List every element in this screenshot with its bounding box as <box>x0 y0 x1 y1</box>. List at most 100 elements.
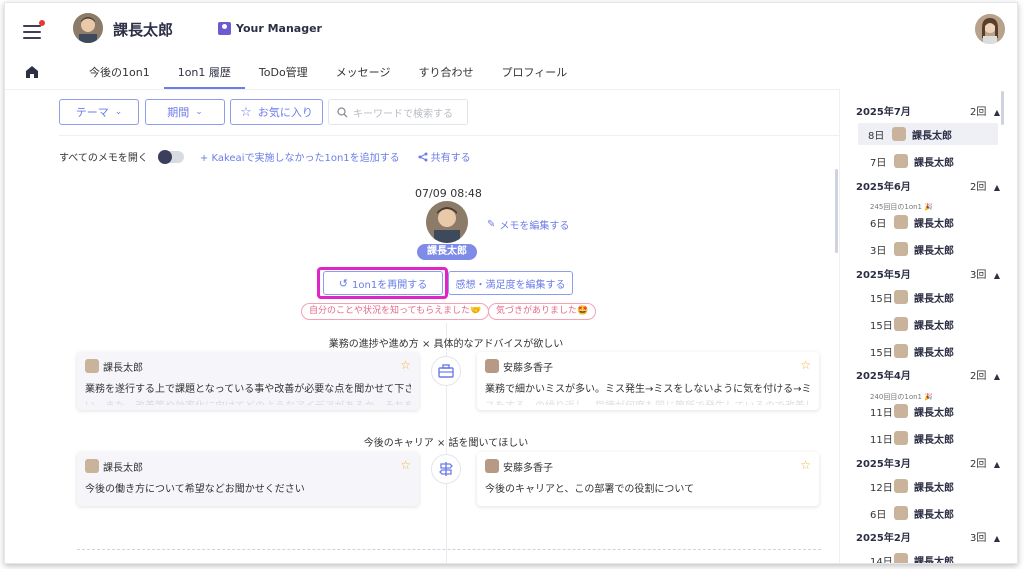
avatar <box>85 459 99 473</box>
entry-name: 課長太郎 <box>914 245 954 257</box>
month-label: 2025年4月 <box>856 371 911 382</box>
avatar <box>485 359 499 373</box>
caret-up-icon: ▲ <box>993 271 1000 280</box>
month-header[interactable]: 2025年6月 2回 ▲ <box>856 178 1000 193</box>
month-count: 2回 <box>969 182 987 193</box>
card-author: 安藤多香子 <box>503 462 553 474</box>
tab-alignment[interactable]: すり合わせ <box>404 65 487 89</box>
topic-title: 業務の進捗や進め方 × 具体的なアドバイスが欲しい <box>328 339 564 350</box>
share-link[interactable]: 共有する <box>418 149 471 164</box>
topic-card-manager[interactable]: 課長太郎 ☆ 業務を遂行する上で課題となっている事や改善が必要な点を聞かせて下さ… <box>77 352 419 410</box>
open-all-toggle[interactable] <box>157 149 184 164</box>
edit-feedback-button[interactable]: 感想・満足度を編集する <box>448 271 573 295</box>
month-count: 3回 <box>969 533 987 544</box>
entry-day: 7日 <box>870 157 887 169</box>
feedback-tag: 気づきがありました🤩 <box>488 303 597 320</box>
month-header[interactable]: 2025年5月 3回 ▲ <box>856 266 1000 281</box>
briefcase-icon <box>431 356 461 386</box>
history-entry[interactable]: 6日 課長太郎 <box>860 502 998 524</box>
history-entry[interactable]: 14日 課長太郎 <box>860 549 998 564</box>
account-avatar[interactable] <box>975 14 1005 44</box>
sidebar-scrollbar[interactable] <box>1001 91 1004 125</box>
history-entry[interactable]: 15日 課長太郎 <box>860 286 998 308</box>
entry-day: 14日 <box>870 556 893 564</box>
tab-todo[interactable]: ToDo管理 <box>245 65 322 89</box>
manager-badge[interactable]: Your Manager <box>218 22 322 35</box>
avatar <box>894 317 908 331</box>
avatar <box>894 215 908 229</box>
menu-icon[interactable] <box>23 20 45 39</box>
history-entry[interactable]: 3日 課長太郎 <box>860 238 998 260</box>
month-label: 2025年5月 <box>856 270 911 281</box>
history-sidebar: 2025年7月 2回 ▲ 8日 課長太郎 7日 課長太郎 2025年6月 2回 ▲ 24… <box>839 89 1017 564</box>
resume-1on1-button[interactable]: ↺ 1on1を再開する <box>323 271 443 295</box>
history-entry[interactable]: 8日 課長太郎 <box>858 123 998 145</box>
star-outline-icon[interactable]: ☆ <box>400 458 411 472</box>
entry-name: 課長太郎 <box>912 130 952 142</box>
chevron-down-icon: ⌄ <box>195 107 203 117</box>
month-header[interactable]: 2025年4月 2回 ▲ <box>856 367 1000 382</box>
period-filter-label: 期間 <box>167 106 190 119</box>
period-filter[interactable]: 期間 ⌄ <box>145 99 225 125</box>
pencil-icon: ✎ <box>487 219 496 230</box>
topic-card-member[interactable]: 安藤多香子 ☆ 業務で細かいミスが多い。ミス発生→ミスをしないように気を付ける→… <box>477 352 819 410</box>
entry-name: 課長太郎 <box>914 218 954 230</box>
history-entry[interactable]: 11日 課長太郎 <box>860 400 998 422</box>
card-author: 課長太郎 <box>103 462 143 474</box>
history-entry[interactable]: 11日 課長太郎 <box>860 427 998 449</box>
filter-divider <box>59 135 839 136</box>
topic-card-manager[interactable]: 課長太郎 ☆ 今後の働き方について希望などお聞かせください <box>77 452 419 506</box>
tab-upcoming[interactable]: 今後の1on1 <box>75 65 164 89</box>
memo-bar: すべてのメモを開く + Kakeaiで実施しなかった1on1を追加する 共有する <box>59 149 471 164</box>
month-count: 2回 <box>969 107 987 118</box>
history-entry[interactable]: 12日 課長太郎 <box>860 475 998 497</box>
tab-profile[interactable]: プロフィール <box>487 65 581 89</box>
tab-history[interactable]: 1on1 履歴 <box>163 65 245 89</box>
star-outline-icon[interactable]: ☆ <box>800 358 811 372</box>
entry-name: 課長太郎 <box>914 407 954 419</box>
main-scrollbar[interactable] <box>835 169 838 253</box>
avatar <box>894 404 908 418</box>
entry-name: 課長太郎 <box>914 347 954 359</box>
share-label: 共有する <box>430 153 471 164</box>
card-text: 業務を遂行する上で課題となっている事や改善が必要な点を聞かせて下さ <box>85 384 411 395</box>
star-outline-icon[interactable]: ☆ <box>800 458 811 472</box>
caret-up-icon: ▲ <box>993 460 1000 469</box>
main-tabs: 今後の1on1 1on1 履歴 ToDo管理 メッセージ すり合わせ プロフィー… <box>75 65 581 89</box>
avatar <box>894 344 908 358</box>
theme-filter[interactable]: テーマ ⌄ <box>59 99 139 125</box>
session-avatar <box>426 201 468 243</box>
favorite-filter[interactable]: ☆ お気に入り <box>230 99 323 125</box>
card-text: 今後のキャリアと、この部署での役割について <box>485 484 695 495</box>
entry-day: 12日 <box>870 482 893 494</box>
month-header[interactable]: 2025年3月 2回 ▲ <box>856 455 1000 470</box>
avatar <box>892 127 906 141</box>
session-name-pill: 課長太郎 <box>417 244 477 260</box>
avatar <box>894 506 908 520</box>
card-text-truncated: い。また、改善策や効率化に向けてどのようなアイデアがあるか、それを実行する <box>85 397 411 405</box>
topic-card-member[interactable]: 安藤多香子 ☆ 今後のキャリアと、この部署での役割について <box>477 452 819 506</box>
month-header[interactable]: 2025年7月 2回 ▲ <box>856 103 1000 118</box>
card-author: 課長太郎 <box>103 362 143 374</box>
history-entry[interactable]: 6日 課長太郎 <box>860 211 998 233</box>
home-icon[interactable] <box>25 65 39 79</box>
search-input[interactable]: キーワードで検索する <box>328 99 468 125</box>
entry-name: 課長太郎 <box>914 509 954 521</box>
history-entry[interactable]: 15日 課長太郎 <box>860 313 998 335</box>
person-badge-icon <box>218 22 231 35</box>
edit-memo-link[interactable]: ✎ メモを編集する <box>487 217 569 232</box>
avatar <box>85 359 99 373</box>
entry-name: 課長太郎 <box>914 320 954 332</box>
caret-up-icon: ▲ <box>993 534 1000 543</box>
history-entry[interactable]: 7日 課長太郎 <box>860 150 998 172</box>
tab-messages[interactable]: メッセージ <box>322 65 405 89</box>
search-icon <box>337 106 348 117</box>
month-label: 2025年7月 <box>856 107 911 118</box>
month-header[interactable]: 2025年2月 3回 ▲ <box>856 529 1000 544</box>
card-text: 業務で細かいミスが多い。ミス発生→ミスをしないように気を付ける→ミ <box>485 384 811 395</box>
history-entry[interactable]: 15日 課長太郎 <box>860 340 998 362</box>
entry-day: 3日 <box>870 245 887 257</box>
topic-title: 今後のキャリア × 話を聞いてほしい <box>363 438 529 449</box>
star-outline-icon[interactable]: ☆ <box>400 358 411 372</box>
add-outside-1on1-link[interactable]: + Kakeaiで実施しなかった1on1を追加する <box>200 149 400 164</box>
